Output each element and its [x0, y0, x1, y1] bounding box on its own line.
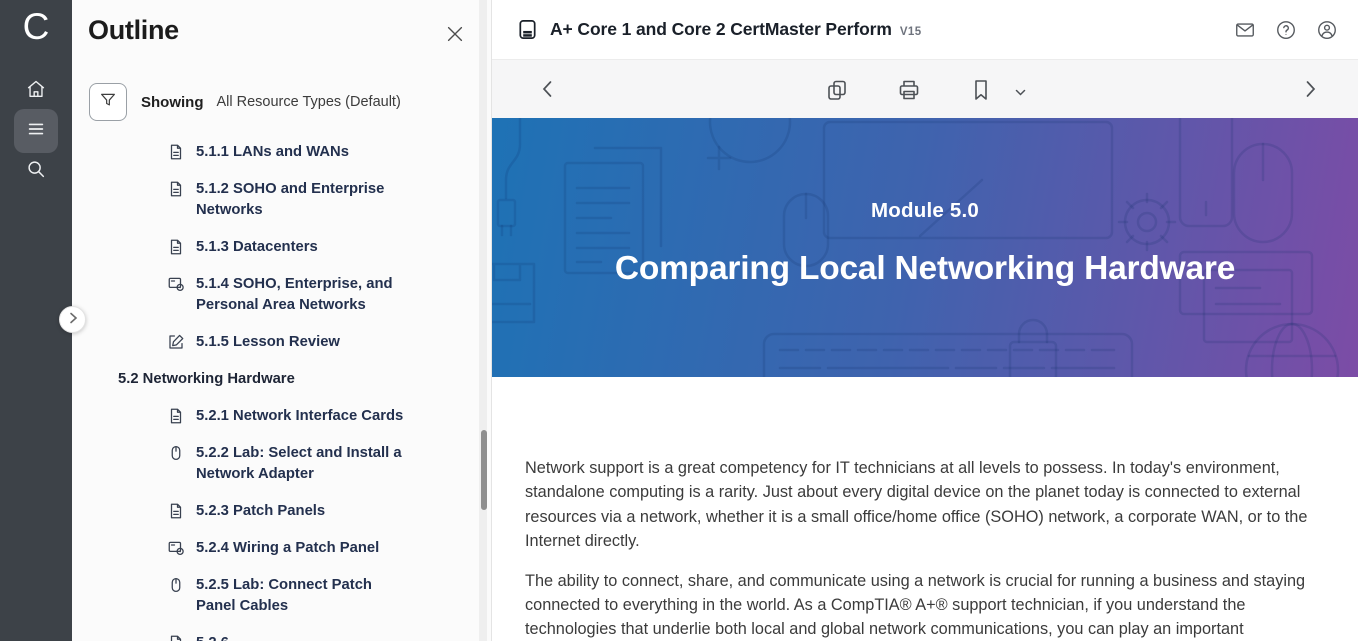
header-actions — [1234, 19, 1358, 41]
video-icon — [167, 539, 185, 557]
help-icon[interactable] — [1275, 19, 1297, 41]
document-icon — [167, 634, 185, 641]
list-item-label: 5.2.5 Lab: Connect Patch Panel Cables — [196, 575, 408, 617]
outline-list: 5.1.1 LANs and WANs 5.1.2 SOHO and Enter… — [72, 142, 492, 641]
close-outline-button[interactable] — [444, 23, 466, 45]
document-icon — [167, 143, 185, 161]
list-item-label: 5.1.1 LANs and WANs — [196, 142, 349, 163]
previous-page-button[interactable] — [538, 79, 558, 99]
section-label: 5.2 Networking Hardware — [118, 369, 295, 390]
filter-row: Showing All Resource Types (Default) — [89, 83, 401, 121]
print-icon[interactable] — [897, 78, 921, 102]
course-title: A+ Core 1 and Core 2 CertMaster Perform — [550, 19, 892, 40]
app-logo[interactable]: C — [0, 6, 72, 48]
filter-showing-label: Showing — [141, 94, 204, 111]
outline-scrollbar-track — [479, 0, 487, 641]
list-item-label: 5.2.1 Network Interface Cards — [196, 406, 403, 427]
list-item[interactable]: 5.1.2 SOHO and Enterprise Networks — [72, 179, 492, 221]
search-button[interactable] — [14, 149, 58, 193]
module-hero-banner: Module 5.0 Comparing Local Networking Ha… — [492, 118, 1358, 377]
list-item[interactable]: 5.2.4 Wiring a Patch Panel — [72, 538, 492, 559]
book-icon — [516, 18, 539, 41]
edit-icon — [167, 333, 185, 351]
search-icon — [25, 158, 47, 185]
list-item-clipped[interactable]: 5.2.6 — [72, 633, 492, 641]
document-icon — [167, 238, 185, 256]
reader-toolbar — [492, 60, 1358, 118]
bookmark-menu-chevron-icon[interactable] — [1014, 86, 1027, 99]
list-item-label: 5.2.3 Patch Panels — [196, 501, 325, 522]
bookmark-icon[interactable] — [970, 78, 992, 102]
list-item-label: 5.2.2 Lab: Select and Install a Network … — [196, 443, 408, 485]
close-icon — [444, 32, 466, 49]
next-page-button[interactable] — [1300, 79, 1320, 99]
list-item-label: 5.1.2 SOHO and Enterprise Networks — [196, 179, 408, 221]
video-icon — [167, 275, 185, 293]
document-icon — [167, 180, 185, 198]
outline-menu-button[interactable] — [14, 109, 58, 153]
list-item[interactable]: 5.2.2 Lab: Select and Install a Network … — [72, 443, 492, 485]
funnel-icon — [99, 91, 117, 114]
list-item[interactable]: 5.2.5 Lab: Connect Patch Panel Cables — [72, 575, 492, 617]
filter-button[interactable] — [89, 83, 127, 121]
filter-value: All Resource Types (Default) — [217, 94, 401, 110]
list-item-label: 5.1.3 Datacenters — [196, 237, 318, 258]
hero-text-block: Module 5.0 Comparing Local Networking Ha… — [492, 199, 1358, 288]
list-item-label: 5.1.4 SOHO, Enterprise, and Personal Are… — [196, 274, 408, 316]
list-item[interactable]: 5.2.3 Patch Panels — [72, 501, 492, 522]
module-title: Comparing Local Networking Hardware — [492, 250, 1358, 288]
course-header: A+ Core 1 and Core 2 CertMaster Perform … — [492, 0, 1358, 60]
module-number: Module 5.0 — [492, 199, 1358, 223]
document-icon — [167, 407, 185, 425]
mail-icon[interactable] — [1234, 19, 1256, 41]
menu-icon — [25, 118, 47, 145]
paragraph: The ability to connect, share, and commu… — [525, 569, 1317, 641]
account-icon[interactable] — [1316, 19, 1338, 41]
panel-expand-button[interactable] — [59, 306, 86, 333]
mouse-lab-icon — [167, 444, 185, 462]
chevron-right-icon — [67, 311, 79, 329]
list-item-section[interactable]: 5.2 Networking Hardware — [72, 369, 492, 390]
list-item[interactable]: 5.1.5 Lesson Review — [72, 332, 492, 353]
list-item[interactable]: 5.1.3 Datacenters — [72, 237, 492, 258]
lesson-content: Network support is a great competency fo… — [492, 377, 1358, 641]
list-item[interactable]: 5.1.4 SOHO, Enterprise, and Personal Are… — [72, 274, 492, 316]
copy-icon[interactable] — [825, 78, 849, 102]
list-item-label: 5.1.5 Lesson Review — [196, 332, 340, 353]
home-button[interactable] — [14, 69, 58, 113]
paragraph: Network support is a great competency fo… — [525, 456, 1317, 554]
mouse-lab-icon — [167, 576, 185, 594]
list-item-label: 5.2.4 Wiring a Patch Panel — [196, 538, 379, 559]
list-item[interactable]: 5.2.1 Network Interface Cards — [72, 406, 492, 427]
course-version-badge: V15 — [900, 22, 922, 38]
outline-panel: Outline Showing All Resource Types (Defa… — [72, 0, 492, 641]
document-icon — [167, 502, 185, 520]
home-icon — [25, 78, 47, 105]
outline-scrollbar-thumb[interactable] — [481, 430, 487, 510]
list-item-label: 5.2.6 — [196, 633, 229, 641]
outline-title: Outline — [88, 15, 179, 46]
list-item[interactable]: 5.1.1 LANs and WANs — [72, 142, 492, 163]
